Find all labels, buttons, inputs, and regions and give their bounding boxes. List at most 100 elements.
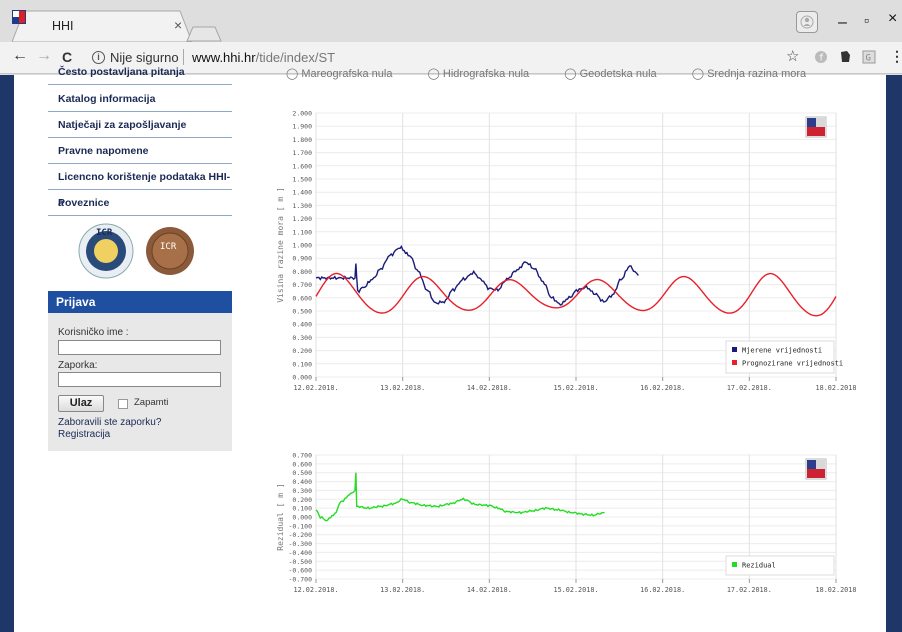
page-viewport: ◯ Mareografska nula ◯ Hidrografska nula … xyxy=(0,66,902,632)
remember-label: Zapamti xyxy=(134,397,169,408)
logo-q2 xyxy=(816,469,825,478)
x-tick-label: 13.02.2018. xyxy=(380,586,425,594)
login-title: Prijava xyxy=(48,291,232,313)
y-tick-label: 0.900 xyxy=(292,255,312,263)
tab-close-icon[interactable]: × xyxy=(174,17,182,33)
sea-level-chart: 0.000 0.100 0.200 0.300 0.400 0.500 0.600 0.700… xyxy=(276,110,857,393)
hhi-favicon-icon xyxy=(12,10,26,24)
badge-label: ICR xyxy=(160,242,177,252)
y-tick-label: 1.400 xyxy=(292,189,312,197)
close-window-button[interactable]: × xyxy=(888,10,897,28)
y-tick-label: 1.300 xyxy=(292,202,312,210)
bookmark-star-icon[interactable]: ☆ xyxy=(786,47,799,65)
x-tick-label: 18.02.2018 xyxy=(816,384,857,392)
sidebar-item-links[interactable]: Poveznice xyxy=(48,190,232,216)
badge-label: ICR xyxy=(96,228,113,238)
y-tick-label: -0.600 xyxy=(289,567,313,575)
sidebar-item-catalog[interactable]: Katalog informacija xyxy=(48,86,232,112)
x-tick-label: 13.02.2018. xyxy=(380,384,425,392)
datum-radio-group: ◯ Mareografska nula ◯ Hidrografska nula … xyxy=(286,67,838,80)
minimize-button[interactable]: – xyxy=(838,14,847,32)
legend-label: Mjerene vrijednosti xyxy=(742,347,822,355)
remember-checkbox[interactable] xyxy=(118,399,128,409)
y-tick-label: 0.300 xyxy=(292,487,312,495)
logo-q3 xyxy=(816,118,825,127)
x-tick-label: 16.02.2018. xyxy=(640,384,685,392)
password-input[interactable] xyxy=(58,372,221,387)
maximize-button[interactable]: ▫ xyxy=(864,12,869,28)
radio-label: Srednja razina mora xyxy=(707,68,807,80)
legend-label: Prognozirane vrijednosti xyxy=(742,360,843,368)
radio-label: Mareografska nula xyxy=(301,68,393,80)
login-panel: Prijava Korisničko ime : Zaporka: Ulaz Z… xyxy=(48,291,232,451)
y-tick-label: 0.200 xyxy=(292,496,312,504)
sidebar-item-license[interactable]: Licencno korištenje podataka HHI-a xyxy=(48,164,232,209)
password-label: Zaporka: xyxy=(58,360,98,371)
y-tick-label: 0.100 xyxy=(292,505,312,513)
y-tick-label: -0.100 xyxy=(289,522,313,530)
y-tick-label: 0.700 xyxy=(292,281,312,289)
extension-g-icon[interactable]: G xyxy=(862,50,876,64)
residual-chart: 0.7000.6000.5000.4000.3000.2000.1000.000… xyxy=(276,452,856,595)
y-tick-label: 0.000 xyxy=(292,374,312,382)
y-tick-label: 0.700 xyxy=(292,452,312,460)
y-tick-label: 0.000 xyxy=(292,514,312,522)
sidebar-item-jobs[interactable]: Natječaji za zapošljavanje xyxy=(48,112,232,138)
tab-title: HHI xyxy=(52,19,74,33)
y-axis-label: Rezidual [ m ] xyxy=(276,483,285,550)
y-tick-label: 1.000 xyxy=(292,242,312,250)
y-tick-label: 1.900 xyxy=(292,123,312,131)
svg-text:G: G xyxy=(866,54,871,64)
legend-swatch xyxy=(732,347,737,352)
y-tick-label: 0.500 xyxy=(292,469,312,477)
x-tick-label: 15.02.2018. xyxy=(553,586,598,594)
logo-q4 xyxy=(807,469,816,478)
radio-label: Geodetska nula xyxy=(579,68,657,80)
sidebar-item-legal[interactable]: Pravne napomene xyxy=(48,138,232,164)
register-link[interactable]: Registracija xyxy=(58,429,110,440)
radio-geodetska[interactable]: ◯ Geodetska nula xyxy=(564,68,672,80)
username-label: Korisničko ime : xyxy=(58,327,129,338)
y-tick-label: 0.400 xyxy=(292,321,312,329)
sidebar: Često postavljana pitanja Katalog inform… xyxy=(48,66,232,632)
x-tick-label: 14.02.2018. xyxy=(467,586,512,594)
back-button[interactable]: ← xyxy=(12,47,28,65)
y-axis-label: Visina razine mora [ m ] xyxy=(276,187,285,303)
y-tick-label: 1.800 xyxy=(292,136,312,144)
evernote-icon[interactable] xyxy=(838,50,852,64)
hhi-logo-icon xyxy=(805,458,827,480)
x-tick-label: 16.02.2018. xyxy=(640,586,685,594)
sidebar-item-faq[interactable]: Često postavljana pitanja xyxy=(48,59,232,85)
y-tick-label: 0.100 xyxy=(292,360,312,368)
legend-swatch xyxy=(732,360,737,365)
x-tick-label: 15.02.2018. xyxy=(553,384,598,392)
svg-text:f: f xyxy=(819,54,824,64)
new-tab-button[interactable] xyxy=(186,26,222,42)
tab-hhi[interactable]: HHI × xyxy=(12,10,192,42)
icr-badges: ICR ICR xyxy=(78,223,194,279)
logo-q4 xyxy=(807,127,816,136)
logo-q1 xyxy=(807,460,816,469)
username-input[interactable] xyxy=(58,340,221,355)
tab-strip: HHI × – ▫ × xyxy=(0,0,902,42)
forgot-password-link[interactable]: Zaboravili ste zaporku? xyxy=(58,417,161,428)
url-path: /tide/index/ST xyxy=(255,50,336,65)
y-tick-label: 0.300 xyxy=(292,334,312,342)
radio-hidrografska[interactable]: ◯ Hidrografska nula xyxy=(428,68,546,80)
logo-q1 xyxy=(807,118,816,127)
radio-mareografska[interactable]: ◯ Mareografska nula xyxy=(286,68,408,80)
profile-icon[interactable] xyxy=(796,11,818,33)
login-button[interactable]: Ulaz xyxy=(58,395,104,412)
menu-kebab-icon[interactable]: ⋮ xyxy=(890,48,902,65)
y-tick-label: 1.700 xyxy=(292,149,312,157)
y-tick-label: 1.200 xyxy=(292,215,312,223)
y-tick-label: 1.100 xyxy=(292,228,312,236)
y-tick-label: 0.200 xyxy=(292,347,312,355)
y-tick-label: -0.400 xyxy=(289,549,313,557)
extension-icon[interactable]: f xyxy=(814,50,828,64)
y-tick-label: 2.000 xyxy=(292,110,312,118)
y-tick-label: -0.200 xyxy=(289,531,313,539)
y-tick-label: 0.500 xyxy=(292,308,312,316)
radio-srednja[interactable]: ◯ Srednja razina mora xyxy=(692,68,822,80)
y-tick-label: 0.400 xyxy=(292,478,312,486)
